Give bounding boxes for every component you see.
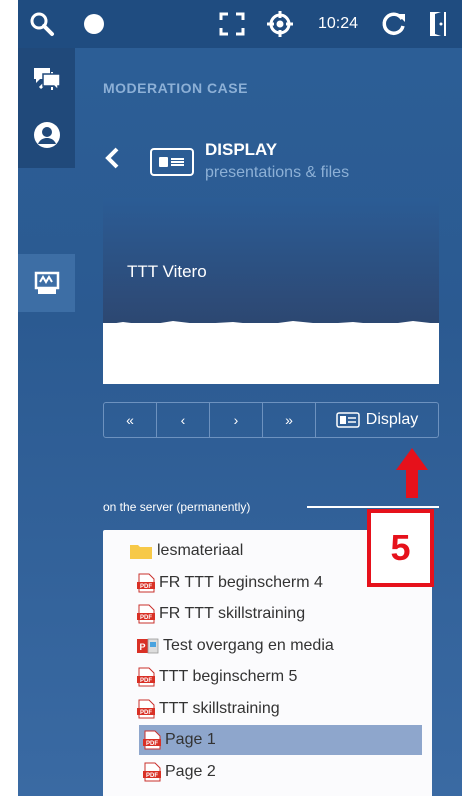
case-title: MODERATION CASE	[103, 80, 248, 96]
file-item[interactable]: PDF FR TTT skillstraining	[103, 599, 432, 629]
display-button[interactable]: Display	[316, 403, 438, 437]
file-item[interactable]: PDF TTT skillstraining	[103, 694, 432, 724]
svg-text:PDF: PDF	[146, 741, 158, 747]
svg-text:PDF: PDF	[140, 678, 152, 684]
file-label: lesmateriaal	[157, 542, 244, 559]
back-chevron-icon[interactable]	[103, 146, 123, 170]
slide-navigation-bar: « ‹ › » Display	[103, 402, 439, 438]
first-page-button[interactable]: «	[104, 403, 157, 437]
whiteboard-icon[interactable]	[18, 254, 75, 312]
target-icon[interactable]	[258, 0, 302, 48]
file-item[interactable]: P Test overgang en media	[103, 631, 432, 661]
user-icon[interactable]	[18, 106, 75, 164]
chevron-left-icon: ‹	[180, 412, 186, 428]
fullscreen-icon[interactable]	[210, 0, 254, 48]
file-label: Test overgang en media	[163, 636, 334, 654]
display-icon	[150, 148, 194, 176]
top-status-bar: 10:24	[18, 0, 462, 48]
svg-text:PDF: PDF	[140, 615, 152, 621]
svg-text:PDF: PDF	[146, 773, 158, 779]
left-rail	[18, 48, 75, 796]
display-button-label: Display	[365, 411, 419, 428]
pdf-file-icon: PDF	[137, 699, 155, 719]
previous-page-button[interactable]: ‹	[157, 403, 210, 437]
display-panel: MODERATION CASE DISPLAY presentations & …	[75, 48, 462, 796]
annotation-number-box: 5	[367, 509, 434, 587]
file-label: FR TTT skillstraining	[159, 605, 306, 622]
folder-icon	[129, 542, 153, 560]
presentation-file-icon: P	[137, 636, 159, 656]
exit-door-icon[interactable]	[418, 0, 458, 48]
file-item[interactable]: PDF Page 2	[103, 757, 432, 787]
svg-text:PDF: PDF	[140, 584, 152, 590]
slide-white-area	[103, 323, 439, 384]
file-item[interactable]: PDF Page 1	[139, 725, 422, 755]
clock-time: 10:24	[317, 15, 359, 32]
file-label: TTT beginscherm 5	[159, 668, 298, 685]
slide-preview[interactable]: TTT Vitero	[103, 198, 439, 384]
slide-title: TTT Vitero	[127, 262, 207, 281]
file-label: Page 2	[165, 762, 216, 780]
app-window: 10:24 MODERATION CASE DISPLAY presentati…	[18, 0, 462, 796]
chevron-right-icon: ›	[233, 412, 239, 428]
svg-text:PDF: PDF	[140, 710, 152, 716]
section-subtitle: presentations & files	[205, 164, 350, 181]
display-small-icon	[336, 412, 360, 428]
record-dot-icon[interactable]	[74, 0, 114, 48]
double-chevron-left-icon: «	[126, 412, 134, 428]
pdf-file-icon: PDF	[143, 762, 161, 782]
file-item[interactable]: PDF TTT beginscherm 5	[103, 662, 432, 692]
annotation-arrow	[396, 448, 428, 498]
file-label: Page 1	[165, 731, 216, 748]
next-page-button[interactable]: ›	[210, 403, 263, 437]
divider	[307, 506, 439, 508]
pdf-file-icon: PDF	[143, 730, 161, 750]
section-title: DISPLAY	[205, 140, 278, 159]
file-label: TTT skillstraining	[159, 699, 280, 717]
pdf-file-icon: PDF	[137, 573, 155, 593]
refresh-icon[interactable]	[374, 0, 414, 48]
last-page-button[interactable]: »	[263, 403, 316, 437]
svg-text:P: P	[139, 642, 145, 652]
rail-group	[18, 48, 75, 168]
pdf-file-icon: PDF	[137, 667, 155, 687]
server-section-label: on the server (permanently)	[103, 500, 251, 514]
chat-icon[interactable]	[18, 50, 75, 108]
double-chevron-right-icon: »	[285, 412, 293, 428]
pdf-file-icon: PDF	[137, 604, 155, 624]
annotation-number: 5	[390, 527, 411, 568]
file-label: FR TTT beginscherm 4	[159, 573, 323, 591]
search-icon[interactable]	[18, 0, 66, 48]
